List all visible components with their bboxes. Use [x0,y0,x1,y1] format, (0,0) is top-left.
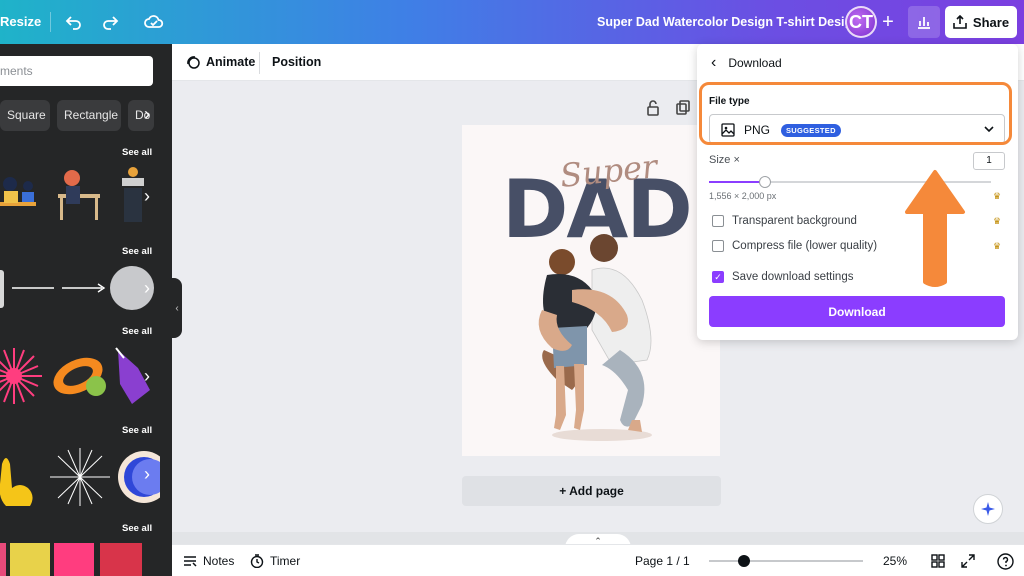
animate-icon [187,56,200,69]
crown-icon: ♛ [993,191,1002,201]
chevron-right-icon[interactable]: › [144,366,150,387]
compress-file-checkbox[interactable] [712,240,724,252]
help-icon[interactable] [997,553,1014,570]
download-panel-title: Download [728,56,782,70]
share-button[interactable]: Share [945,6,1017,38]
top-bar: Resize Super Dad Watercolor Design T-shi… [0,0,1024,44]
sticker-thumbnails[interactable] [0,444,160,510]
compress-file-option[interactable]: Compress file (lower quality) [712,240,877,252]
up-arrow-annotation [905,170,965,287]
toolbar-divider [259,52,260,74]
upload-icon [953,15,967,29]
cloud-saved-icon[interactable] [142,10,166,34]
document-title[interactable]: Super Dad Watercolor Design T-shirt Desi… [597,15,860,29]
download-button[interactable]: Download [709,296,1005,327]
transparent-background-checkbox[interactable] [712,215,724,227]
crown-icon: ♛ [993,216,1002,226]
save-settings-label: Save download settings [732,271,854,283]
father-son-illustration[interactable] [532,230,672,445]
chip-more[interactable]: Do [128,100,154,131]
zoom-level[interactable]: 25% [883,554,907,568]
see-all-link[interactable]: See all [122,326,152,337]
size-label: Size × [709,154,740,166]
bottom-bar: Notes Timer Page 1 / 1 25% [172,544,1024,576]
page-indicator[interactable]: Page 1 / 1 [635,554,690,568]
transparent-background-label: Transparent background [732,215,857,227]
design-page[interactable]: DAD Super [462,125,720,456]
chip-square[interactable]: Square [0,100,50,131]
chip-rectangle[interactable]: Rectangle [57,100,121,131]
size-slider-handle[interactable] [759,176,772,188]
timer-icon [250,554,264,568]
avatar[interactable]: CT [845,6,877,38]
graphic-thumbnails[interactable] [0,344,160,412]
invite-plus-button[interactable]: + [874,8,902,36]
back-chevron-icon[interactable]: ‹ [711,54,716,72]
resize-button[interactable]: Resize [0,14,41,29]
undo-icon[interactable] [62,10,86,34]
chevron-right-icon[interactable]: › [144,278,150,299]
add-page-button[interactable]: + Add page [462,476,721,506]
collapse-panel-tab[interactable]: ‹ [172,278,182,338]
size-input[interactable]: 1 [973,152,1005,170]
topbar-divider [50,12,51,32]
dimensions-readout: 1,556 × 2,000 px [709,191,777,201]
chevron-right-icon[interactable]: › [144,464,150,485]
crown-icon: ♛ [993,241,1002,251]
see-all-link[interactable]: See all [122,425,152,436]
notes-label: Notes [203,554,235,568]
page-tools [645,100,691,116]
timer-button[interactable]: Timer [250,554,300,568]
zoom-slider[interactable] [709,555,863,567]
line-shape-thumbnails[interactable] [0,264,160,314]
save-settings-option[interactable]: ✓ Save download settings [712,271,853,283]
chevron-right-icon[interactable]: › [144,186,150,207]
download-panel-header: ‹ Download [711,54,782,72]
position-button[interactable]: Position [272,55,321,69]
fullscreen-icon[interactable] [960,553,976,569]
grid-view-icon[interactable] [930,553,946,569]
share-label: Share [972,14,1010,30]
illustration-thumbnails[interactable] [0,162,150,232]
transparent-background-option[interactable]: Transparent background [712,215,857,227]
elements-panel: ments Square Rectangle Do › See all › Se… [0,44,172,576]
insights-button[interactable] [908,6,940,38]
see-all-link[interactable]: See all [122,246,152,257]
animate-label: Animate [206,55,256,69]
notes-button[interactable]: Notes [183,554,234,568]
redo-icon[interactable] [98,10,122,34]
save-settings-checkbox[interactable]: ✓ [712,271,724,283]
see-all-link[interactable]: See all [122,147,152,158]
chevron-right-icon[interactable]: › [144,104,150,125]
notes-icon [184,556,197,567]
bar-chart-icon [918,17,930,29]
lock-icon[interactable] [645,100,661,116]
animate-button[interactable]: Animate [185,54,255,70]
duplicate-page-icon[interactable] [675,100,691,116]
zoom-slider-handle[interactable] [738,555,751,567]
sparkle-icon [981,502,995,516]
size-slider-fill [709,181,766,183]
see-all-link[interactable]: See all [122,523,152,534]
timer-label: Timer [270,554,301,568]
compress-file-label: Compress file (lower quality) [732,240,878,252]
magic-assistant-button[interactable] [973,494,1003,524]
search-input[interactable]: ments [0,56,153,86]
file-type-highlight-annotation [699,82,1012,145]
photo-thumbnails[interactable] [0,543,160,576]
